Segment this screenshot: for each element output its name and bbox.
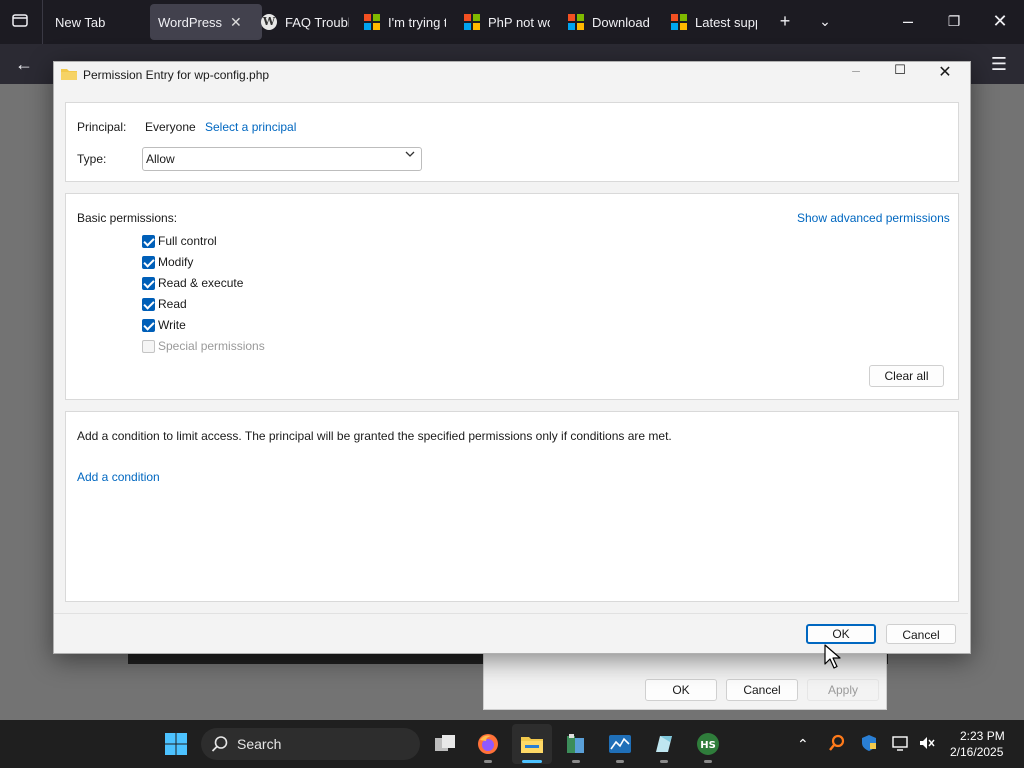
add-condition-link[interactable]: Add a condition [77, 470, 160, 484]
tab-label: FAQ Troubl [285, 14, 349, 30]
minimize-icon[interactable]: – [898, 11, 918, 31]
running-indicator [484, 760, 492, 763]
select-principal-link[interactable]: Select a principal [205, 120, 296, 134]
security-shield-icon[interactable] [860, 734, 878, 755]
microsoft-icon [464, 14, 480, 30]
tab-label: PhP not wo [488, 14, 550, 30]
properties-cancel-button[interactable]: Cancel [726, 679, 798, 701]
microsoft-icon [364, 14, 380, 30]
tab-im-trying[interactable]: I'm trying t [364, 4, 446, 40]
condition-description: Add a condition to limit access. The pri… [77, 429, 672, 443]
close-tab-icon[interactable]: ✕ [230, 14, 242, 31]
special-permissions-label: Special permissions [158, 339, 265, 353]
app-icon-chart[interactable] [608, 732, 632, 756]
wordpress-icon: W [261, 14, 277, 30]
running-indicator [704, 760, 712, 763]
dialog-title: Permission Entry for wp-config.php [83, 68, 270, 82]
app-icon-notes[interactable] [652, 732, 676, 756]
search-placeholder: Search [237, 736, 282, 752]
task-view-icon[interactable] [433, 732, 457, 756]
close-icon[interactable]: ✕ [935, 62, 955, 82]
mouse-cursor-icon [824, 644, 842, 673]
type-label: Type: [77, 152, 107, 166]
chevron-up-icon[interactable]: ⌃ [797, 736, 809, 753]
read-checkbox[interactable] [142, 298, 155, 311]
properties-ok-button[interactable]: OK [645, 679, 717, 701]
folder-icon [61, 68, 77, 80]
clear-all-button[interactable]: Clear all [869, 365, 944, 387]
tab-wordpress[interactable]: WordPress a ✕ [150, 4, 262, 40]
file-explorer-icon[interactable] [520, 732, 544, 756]
tab-php-not-working[interactable]: PhP not wo [464, 4, 550, 40]
running-indicator [572, 760, 580, 763]
windows-start-icon[interactable] [164, 732, 188, 756]
basic-permissions-label: Basic permissions: [77, 211, 178, 225]
close-window-icon[interactable]: ✕ [990, 11, 1010, 31]
full-control-label: Full control [158, 234, 217, 248]
tab-label: New Tab [55, 14, 106, 30]
tab-label: Latest supp [695, 14, 757, 30]
restore-icon[interactable]: ❐ [944, 11, 964, 31]
cancel-button[interactable]: Cancel [886, 624, 956, 644]
tab-label: WordPress a [158, 14, 224, 30]
microsoft-icon [568, 14, 584, 30]
tab-label: Download [592, 14, 650, 30]
maximize-icon[interactable]: ☐ [891, 62, 909, 78]
tab-overview-icon[interactable] [10, 12, 30, 32]
modify-checkbox[interactable] [142, 256, 155, 269]
firefox-icon[interactable] [476, 732, 500, 756]
type-dropdown-value: Allow [146, 152, 175, 166]
write-checkbox[interactable] [142, 319, 155, 332]
principal-label: Principal: [77, 120, 127, 134]
volume-muted-icon[interactable] [918, 734, 936, 755]
read-execute-label: Read & execute [158, 276, 244, 290]
read-execute-checkbox[interactable] [142, 277, 155, 290]
properties-apply-button: Apply [807, 679, 879, 701]
search-icon [211, 735, 229, 756]
footer-divider [54, 613, 968, 614]
clock-time[interactable]: 2:23 PM [960, 729, 1005, 743]
show-advanced-permissions-link[interactable]: Show advanced permissions [797, 211, 950, 225]
clock-date[interactable]: 2/16/2025 [950, 745, 1003, 759]
tab-new-tab[interactable]: New Tab [55, 4, 145, 40]
taskbar-search-box[interactable] [201, 728, 420, 760]
type-dropdown[interactable] [142, 147, 422, 171]
new-tab-icon[interactable]: + [775, 11, 795, 31]
search-tray-icon[interactable] [828, 734, 846, 755]
tab-divider [42, 0, 43, 44]
network-icon[interactable] [891, 734, 909, 755]
svg-text:HS: HS [700, 740, 716, 751]
ok-button[interactable]: OK [806, 624, 876, 644]
tab-faq-troubleshooting[interactable]: W FAQ Troubl [261, 4, 349, 40]
running-indicator [660, 760, 668, 763]
running-indicator [616, 760, 624, 763]
write-label: Write [158, 318, 186, 332]
full-control-checkbox[interactable] [142, 235, 155, 248]
special-permissions-checkbox [142, 340, 155, 353]
active-indicator [522, 760, 542, 763]
tab-label: I'm trying t [388, 14, 446, 30]
principal-value: Everyone [145, 120, 196, 134]
back-arrow-icon[interactable]: ← [14, 54, 34, 74]
tab-latest-supported[interactable]: Latest supp [671, 4, 757, 40]
menu-icon[interactable]: ☰ [988, 54, 1010, 74]
minimize-icon: – [852, 62, 860, 78]
chevron-down-icon[interactable]: ⌄ [815, 11, 835, 31]
microsoft-icon [671, 14, 687, 30]
tab-download[interactable]: Download [568, 4, 652, 40]
read-label: Read [158, 297, 187, 311]
modify-label: Modify [158, 255, 194, 269]
app-icon-hs[interactable]: HS [696, 732, 720, 756]
app-icon-books[interactable] [564, 732, 588, 756]
chevron-down-icon [405, 150, 415, 161]
